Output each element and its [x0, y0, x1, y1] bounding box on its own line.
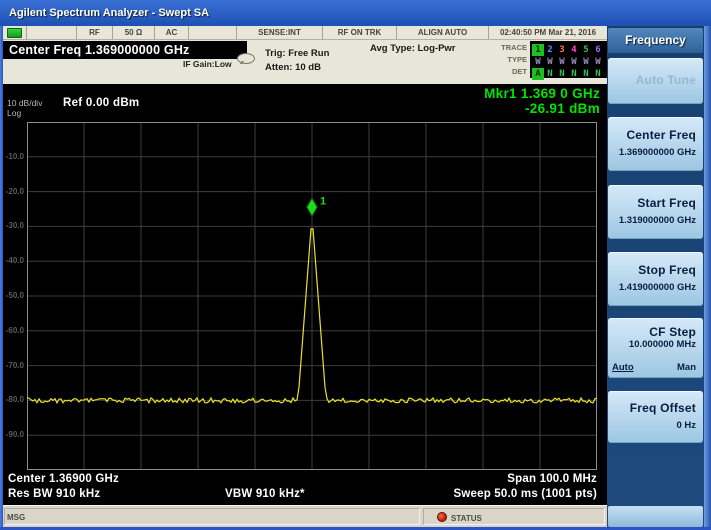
marker-1-diamond-icon	[307, 199, 317, 216]
softkey-cf-step[interactable]: CF Step 10.000000 MHz Auto Man	[608, 318, 703, 378]
menu-header-frequency: Frequency	[608, 28, 703, 53]
trace-det-3: N	[556, 68, 568, 80]
y-axis-label: -60.0	[3, 326, 24, 335]
atten-label: Atten: 10 dB	[265, 62, 321, 73]
status-cell-impedance: 50 Ω	[113, 26, 155, 39]
trigger-label: Trig: Free Run	[265, 48, 329, 59]
annot-center-freq: Center 1.36900 GHz	[8, 473, 119, 485]
softkey-start-freq[interactable]: Start Freq 1.319000000 GHz	[608, 185, 703, 239]
y-axis-label: -80.0	[3, 395, 24, 404]
annot-res-bw: Res BW 910 kHz	[8, 488, 100, 500]
center-freq-readout: Center Freq 1.369000000 GHz	[3, 41, 247, 59]
lan-indicator-cell	[3, 26, 27, 39]
status-label: STATUS	[451, 514, 482, 523]
trace-det-2: N	[544, 68, 556, 80]
status-cell-coupling: AC	[155, 26, 189, 39]
scale-mode-label: Log	[7, 108, 21, 118]
panel-bottom-strip	[608, 506, 703, 527]
avg-type-label: Avg Type: Log-Pwr	[370, 43, 456, 54]
ref-level-label: Ref 0.00 dBm	[63, 97, 139, 109]
y-axis-label: -30.0	[3, 221, 24, 230]
status-cell-datetime: 02:40:50 PM Mar 21, 2016	[489, 26, 607, 39]
message-field	[4, 508, 420, 525]
marker-amplitude: -26.91 dBm	[484, 101, 600, 116]
annot-vbw: VBW 910 kHz*	[225, 488, 305, 500]
app-window: Agilent Spectrum Analyzer - Swept SA RF …	[0, 0, 711, 530]
annot-span: Span 100.0 MHz	[507, 473, 597, 485]
status-cell-rf: RF	[77, 26, 113, 39]
y-axis-label: -50.0	[3, 291, 24, 300]
status-bar: RF 50 Ω AC SENSE:INT RF ON TRK ALIGN AUT…	[3, 26, 607, 40]
status-icon	[437, 512, 447, 522]
det-row-label: DET	[470, 66, 527, 78]
status-cell-rf-on: RF ON TRK	[323, 26, 397, 39]
status-cell-sense: SENSE:INT	[237, 26, 323, 39]
bottom-status-bar: MSG STATUS	[3, 505, 607, 527]
trace-det-5: N	[580, 68, 592, 80]
window-border-left	[0, 26, 3, 527]
msg-label: MSG	[7, 513, 25, 522]
marker-1-number: 1	[320, 196, 326, 208]
type-row-label: TYPE	[470, 54, 527, 66]
trace-block-labels: TRACE TYPE DET	[470, 42, 527, 78]
annotation-bubble-icon	[237, 53, 255, 64]
softkey-stop-freq[interactable]: Stop Freq 1.419000000 GHz	[608, 252, 703, 306]
trace-det-4: N	[568, 68, 580, 80]
softkey-auto-tune[interactable]: Auto Tune	[608, 58, 703, 104]
lan-status-icon	[7, 28, 22, 38]
window-title: Agilent Spectrum Analyzer - Swept SA	[0, 0, 711, 26]
y-axis-label: -70.0	[3, 361, 24, 370]
measurement-bar: Center Freq 1.369000000 GHz IF Gain:Low …	[3, 40, 607, 84]
cf-step-auto-man-toggle[interactable]: Auto Man	[608, 362, 703, 373]
status-cell-align: ALIGN AUTO	[397, 26, 489, 39]
status-cell-blank-1	[27, 26, 77, 39]
annot-sweep: Sweep 50.0 ms (1001 pts)	[453, 488, 597, 500]
cf-step-man[interactable]: Man	[677, 362, 696, 373]
scale-per-div-label: 10 dB/div	[7, 98, 42, 108]
y-axis-label: -10.0	[3, 152, 24, 161]
softkey-panel: Frequency Auto Tune Center Freq 1.369000…	[607, 26, 704, 527]
trace-row-label: TRACE	[470, 42, 527, 54]
spectrum-display: Mkr1 1.369 0 GHz -26.91 dBm 10 dB/div Lo…	[3, 84, 607, 505]
y-axis-label: -20.0	[3, 187, 24, 196]
marker-freq: Mkr1 1.369 0 GHz	[484, 86, 600, 101]
cf-step-auto[interactable]: Auto	[612, 362, 634, 373]
y-axis-label: -40.0	[3, 256, 24, 265]
softkey-freq-offset[interactable]: Freq Offset 0 Hz	[608, 391, 703, 443]
spectrum-plot: 1	[27, 122, 597, 470]
if-gain-label: IF Gain:Low	[183, 59, 232, 69]
softkey-center-freq[interactable]: Center Freq 1.369000000 GHz	[608, 117, 703, 171]
status-cell-blank-2	[189, 26, 237, 39]
y-axis-label: -90.0	[3, 430, 24, 439]
trace-det-6: N	[592, 68, 604, 80]
trace-det-1: A	[532, 68, 544, 80]
marker-readout: Mkr1 1.369 0 GHz -26.91 dBm	[484, 86, 600, 116]
window-border-right	[704, 26, 711, 527]
trace-status-block: 123456WWWWWWANNNNN	[530, 41, 607, 78]
